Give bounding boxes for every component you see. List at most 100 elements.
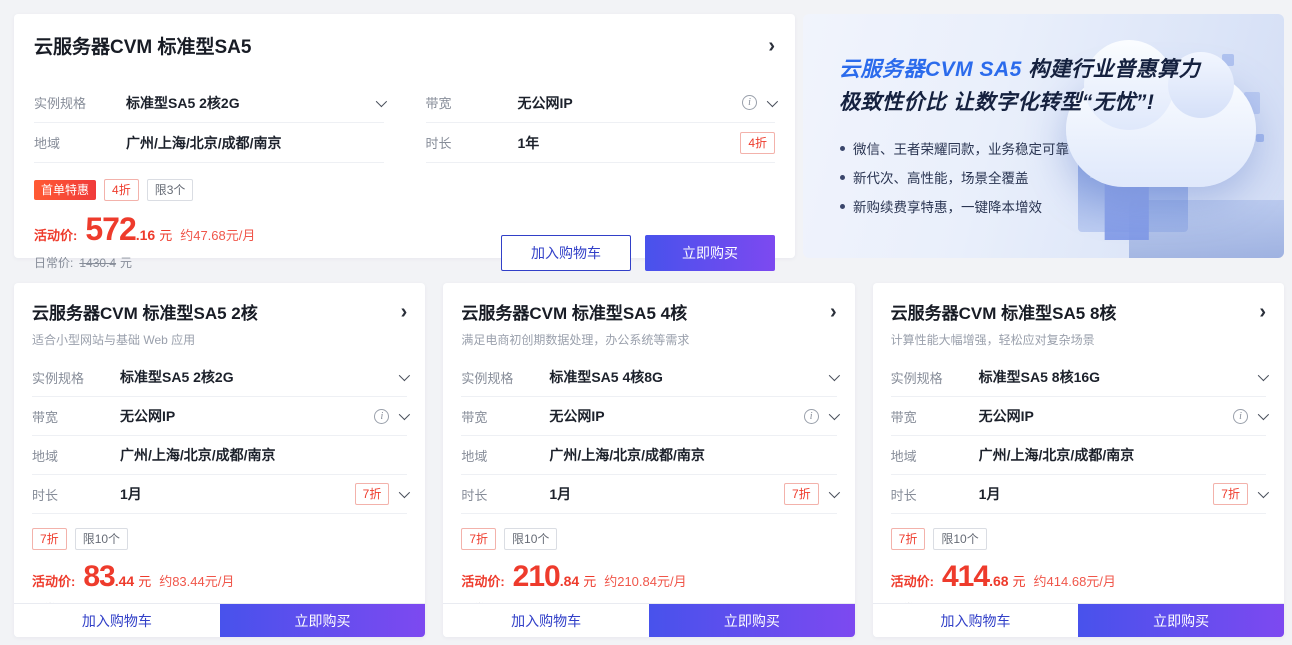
- region-label: 地域: [461, 446, 549, 465]
- main-card-title: 云服务器CVM 标准型SA5: [34, 32, 251, 59]
- chevron-down-icon[interactable]: [828, 487, 839, 498]
- price-unit: 元: [159, 225, 172, 244]
- region-value: 广州/上海/北京/成都/南京: [549, 445, 836, 465]
- card-subtitle: 适合小型网站与基础 Web 应用: [32, 331, 407, 348]
- bandwidth-value[interactable]: 无公网IP: [518, 93, 743, 113]
- price-unit: 元: [138, 571, 151, 590]
- discount-badge: 7折: [461, 528, 496, 550]
- region-value: 广州/上海/北京/成都/南京: [120, 445, 407, 465]
- bandwidth-label: 带宽: [426, 93, 518, 112]
- add-to-cart-button[interactable]: 加入购物车: [14, 604, 220, 637]
- banner-bullet: 新购续费享特惠，一键降本增效: [839, 193, 1284, 222]
- card-footer: 加入购物车 立即购买: [873, 603, 1284, 637]
- price-integer: 414: [942, 560, 989, 594]
- limit-badge: 限10个: [75, 528, 128, 550]
- discount-badge: 7折: [891, 528, 926, 550]
- chevron-right-icon[interactable]: ›: [401, 302, 408, 322]
- spec-label: 实例规格: [461, 368, 549, 387]
- bandwidth-value[interactable]: 无公网IP: [549, 406, 803, 426]
- spec-row[interactable]: 实例规格 标准型SA5 2核2G: [32, 358, 407, 397]
- chevron-down-icon[interactable]: [399, 487, 410, 498]
- chevron-down-icon[interactable]: [1258, 409, 1269, 420]
- card-header: 云服务器CVM 标准型SA5 8核 ›: [891, 299, 1266, 324]
- card-header: 云服务器CVM 标准型SA5 2核 ›: [32, 299, 407, 324]
- discount-badge: 4折: [104, 179, 139, 201]
- chevron-down-icon[interactable]: [375, 95, 386, 106]
- duration-row[interactable]: 时长 1月 7折: [32, 475, 407, 514]
- chevron-down-icon[interactable]: [767, 95, 778, 106]
- duration-value[interactable]: 1月: [549, 484, 784, 504]
- discount-badge: 7折: [784, 483, 819, 505]
- chevron-down-icon[interactable]: [399, 370, 410, 381]
- discount-badge: 7折: [32, 528, 67, 550]
- buy-now-button[interactable]: 立即购买: [645, 235, 775, 271]
- price-integer: 210: [513, 560, 560, 594]
- bandwidth-row[interactable]: 带宽 无公网IP i: [891, 397, 1266, 436]
- spec-value[interactable]: 标准型SA5 4核8G: [549, 367, 828, 387]
- card-header: 云服务器CVM 标准型SA5 4核 ›: [461, 299, 836, 324]
- add-to-cart-button[interactable]: 加入购物车: [443, 604, 649, 637]
- add-to-cart-button[interactable]: 加入购物车: [501, 235, 631, 271]
- duration-value[interactable]: 1月: [979, 484, 1214, 504]
- activity-price: 活动价: 83 .44 元 约83.44元/月: [32, 560, 407, 594]
- card-config: 实例规格 标准型SA5 4核8G 带宽 无公网IP i 地域 广州/上海/北京/…: [461, 358, 836, 514]
- daily-price-label: 日常价:: [34, 256, 73, 270]
- activity-price-label: 活动价:: [34, 225, 77, 244]
- banner-title-line1: 云服务器CVM SA5 构建行业普惠算力: [839, 54, 1284, 87]
- banner-bullet: 新代次、高性能，场景全覆盖: [839, 164, 1284, 193]
- spec-row[interactable]: 实例规格 标准型SA5 8核16G: [891, 358, 1266, 397]
- chevron-down-icon[interactable]: [1258, 487, 1269, 498]
- chevron-right-icon[interactable]: ›: [830, 302, 837, 322]
- duration-label: 时长: [32, 485, 120, 504]
- main-card-actions: 加入购物车 立即购买: [501, 235, 775, 271]
- bandwidth-row[interactable]: 带宽 无公网IP i: [461, 397, 836, 436]
- bandwidth-label: 带宽: [461, 407, 549, 426]
- duration-row[interactable]: 时长 1月 7折: [461, 475, 836, 514]
- discount-badge: 7折: [355, 483, 390, 505]
- buy-now-button[interactable]: 立即购买: [1078, 604, 1284, 637]
- chevron-down-icon[interactable]: [828, 370, 839, 381]
- pricing-page: 云服务器CVM 标准型SA5 › 实例规格 标准型SA5 2核2G 带宽 无公网…: [0, 0, 1292, 645]
- add-to-cart-button[interactable]: 加入购物车: [873, 604, 1079, 637]
- limit-badge: 限10个: [933, 528, 986, 550]
- price-unit: 元: [1013, 571, 1026, 590]
- card-footer: 加入购物车 立即购买: [14, 603, 425, 637]
- info-icon[interactable]: i: [374, 409, 389, 424]
- bandwidth-label: 带宽: [32, 407, 120, 426]
- promo-banner[interactable]: 云服务器CVM SA5 构建行业普惠算力 极致性价比 让数字化转型“无忧”! 微…: [803, 14, 1284, 258]
- price-unit: 元: [583, 571, 596, 590]
- daily-price-unit: 元: [120, 256, 132, 270]
- chevron-down-icon[interactable]: [399, 409, 410, 420]
- chevron-right-icon[interactable]: ›: [768, 36, 775, 56]
- limit-badge: 限10个: [504, 528, 557, 550]
- chevron-right-icon[interactable]: ›: [1259, 302, 1266, 322]
- spec-value[interactable]: 标准型SA5 8核16G: [979, 367, 1258, 387]
- card-badges: 7折 限10个: [32, 528, 407, 550]
- spec-row[interactable]: 实例规格 标准型SA5 2核2G: [34, 83, 384, 123]
- bandwidth-value[interactable]: 无公网IP: [120, 406, 374, 426]
- buy-now-button[interactable]: 立即购买: [649, 604, 855, 637]
- region-label: 地域: [891, 446, 979, 465]
- activity-price-label: 活动价:: [32, 571, 75, 590]
- spec-value[interactable]: 标准型SA5 2核2G: [120, 367, 399, 387]
- chevron-down-icon[interactable]: [1258, 370, 1269, 381]
- region-row: 地域 广州/上海/北京/成都/南京: [32, 436, 407, 475]
- duration-value[interactable]: 1月: [120, 484, 355, 504]
- bandwidth-value[interactable]: 无公网IP: [979, 406, 1233, 426]
- duration-row[interactable]: 时长 1月 7折: [891, 475, 1266, 514]
- buy-now-button[interactable]: 立即购买: [220, 604, 426, 637]
- info-icon[interactable]: i: [1233, 409, 1248, 424]
- price-integer: 83: [83, 560, 114, 594]
- info-icon[interactable]: i: [804, 409, 819, 424]
- bandwidth-row[interactable]: 带宽 无公网IP i: [32, 397, 407, 436]
- info-icon[interactable]: i: [742, 95, 757, 110]
- main-product-card: 云服务器CVM 标准型SA5 › 实例规格 标准型SA5 2核2G 带宽 无公网…: [14, 14, 795, 258]
- bandwidth-row[interactable]: 带宽 无公网IP i: [426, 83, 776, 123]
- duration-row[interactable]: 时长 1年 4折: [426, 123, 776, 163]
- chevron-down-icon[interactable]: [828, 409, 839, 420]
- spec-value[interactable]: 标准型SA5 2核2G: [126, 93, 376, 113]
- card-config: 实例规格 标准型SA5 2核2G 带宽 无公网IP i 地域 广州/上海/北京/…: [32, 358, 407, 514]
- duration-value[interactable]: 1年: [518, 133, 741, 153]
- card-subtitle: 满足电商初创期数据处理，办公系统等需求: [461, 331, 836, 348]
- spec-row[interactable]: 实例规格 标准型SA5 4核8G: [461, 358, 836, 397]
